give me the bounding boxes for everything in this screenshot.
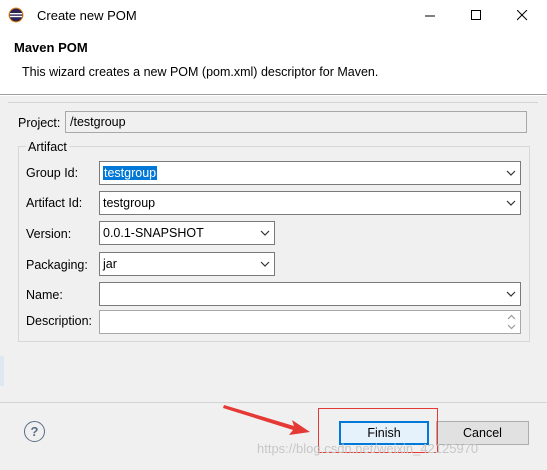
group-id-value: testgroup <box>103 166 158 180</box>
eclipse-icon <box>8 7 24 23</box>
maximize-button[interactable] <box>453 0 499 31</box>
cancel-label: Cancel <box>463 426 502 440</box>
project-label: Project: <box>18 116 61 130</box>
maximize-icon <box>470 10 481 20</box>
minimize-icon <box>424 15 435 17</box>
packaging-value: jar <box>103 257 117 271</box>
scroll-arrows-icon[interactable] <box>506 313 517 331</box>
description-field[interactable] <box>99 310 521 334</box>
artifact-legend: Artifact <box>26 140 69 154</box>
project-field: /testgroup <box>65 111 527 133</box>
version-label: Version: <box>26 227 72 241</box>
help-button[interactable]: ? <box>24 421 45 442</box>
chevron-down-icon[interactable] <box>506 199 516 207</box>
artifact-id-label: Artifact Id: <box>26 196 83 210</box>
help-icon: ? <box>30 424 39 439</box>
minimize-button[interactable] <box>407 0 453 31</box>
window-title: Create new POM <box>37 8 137 23</box>
version-combo[interactable]: 0.0.1-SNAPSHOT <box>99 221 275 245</box>
artifact-id-combo[interactable]: testgroup <box>99 191 521 215</box>
packaging-label: Packaging: <box>26 258 88 272</box>
background-window-edge <box>0 356 4 386</box>
title-bar: Create new POM <box>0 0 547 31</box>
chevron-down-icon[interactable] <box>506 290 516 298</box>
name-label: Name: <box>26 288 63 302</box>
page-title: Maven POM <box>14 40 88 55</box>
watermark: https://blog.csdn.net/weixin_42125970 <box>257 441 479 456</box>
version-value: 0.0.1-SNAPSHOT <box>103 226 204 240</box>
page-description: This wizard creates a new POM (pom.xml) … <box>22 65 379 79</box>
artifact-id-value: testgroup <box>103 196 156 210</box>
packaging-combo[interactable]: jar <box>99 252 275 276</box>
chevron-down-icon[interactable] <box>260 260 270 268</box>
red-arrow-icon <box>223 405 310 435</box>
project-value: /testgroup <box>70 115 126 129</box>
group-id-combo[interactable]: testgroup <box>99 161 521 185</box>
description-label: Description: <box>26 314 92 328</box>
header-divider-highlight <box>0 95 547 96</box>
chevron-down-icon[interactable] <box>506 169 516 177</box>
name-combo[interactable] <box>99 282 521 306</box>
chevron-down-icon[interactable] <box>260 229 270 237</box>
close-button[interactable] <box>499 0 545 31</box>
group-id-label: Group Id: <box>26 166 79 180</box>
close-icon <box>516 10 527 21</box>
wizard-header: Maven POM This wizard creates a new POM … <box>0 31 547 94</box>
